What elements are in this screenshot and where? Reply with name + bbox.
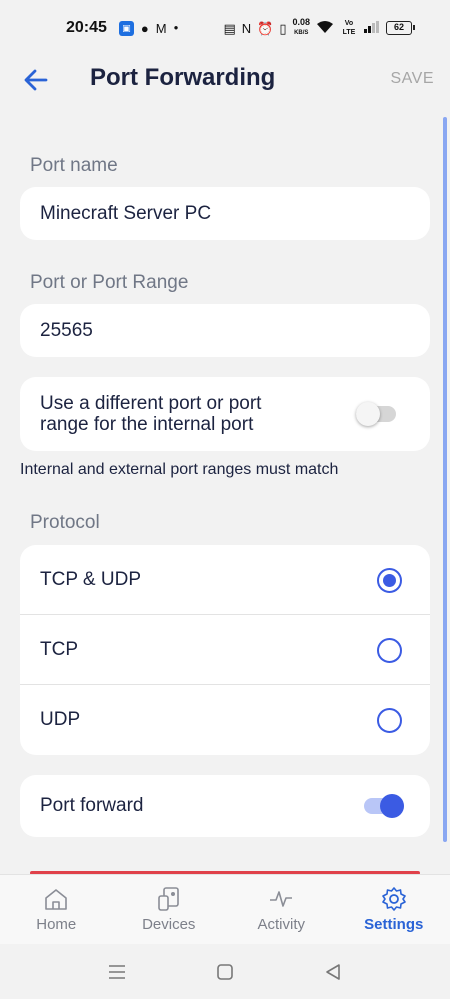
nav-label: Home: [36, 916, 77, 933]
notification-icons: ▣ ● M ●: [118, 20, 179, 36]
battery-icon: 62: [386, 21, 415, 35]
nav-home[interactable]: Home: [0, 875, 113, 944]
different-port-toggle[interactable]: [356, 402, 396, 426]
page-title: Port Forwarding: [90, 64, 276, 91]
home-icon: [45, 889, 68, 910]
radio-unselected-icon[interactable]: [377, 708, 402, 733]
port-name-input[interactable]: Minecraft Server PC: [20, 187, 430, 240]
protocol-label: Protocol: [30, 512, 100, 533]
status-bar: 20:45 ▣ ● M ● ▤ N ⏰ ▯ 0.08 KB/S Vo LTE 6…: [0, 0, 450, 56]
reddit-icon: ●: [140, 20, 149, 36]
menu-icon: [109, 964, 125, 979]
arrow-left-icon: [24, 69, 48, 91]
port-range-input[interactable]: 25565: [20, 304, 430, 357]
triangle-back-icon: [326, 963, 340, 980]
dot-icon: ●: [173, 23, 179, 32]
protocol-option-tcp[interactable]: TCP: [20, 615, 430, 685]
radio-unselected-icon[interactable]: [377, 638, 402, 663]
nav-label: Devices: [142, 916, 196, 933]
different-port-card: Use a different port or port range for t…: [20, 377, 430, 451]
alarm-icon: ⏰: [257, 20, 274, 36]
different-port-label: Use a different port or port range for t…: [40, 393, 262, 435]
save-button[interactable]: SAVE: [391, 70, 435, 88]
nav-activity[interactable]: Activity: [225, 875, 338, 944]
protocol-options: TCP & UDP TCP UDP: [20, 545, 430, 755]
activity-icon: [270, 891, 293, 907]
app-header: Port Forwarding SAVE: [0, 56, 450, 104]
back-button[interactable]: [22, 66, 50, 94]
net-speed-unit: KB/S: [294, 30, 309, 36]
cast-icon: ▤: [223, 20, 236, 36]
protocol-option-udp[interactable]: UDP: [20, 685, 430, 755]
status-time: 20:45: [66, 19, 107, 36]
toggle-knob: [356, 402, 380, 426]
gmail-icon: M: [155, 20, 167, 36]
nfc-icon: N: [241, 20, 252, 36]
port-range-label: Port or Port Range: [30, 272, 189, 293]
scrollbar[interactable]: [443, 117, 447, 842]
radio-selected-icon[interactable]: [377, 568, 402, 593]
port-forward-toggle[interactable]: [364, 794, 404, 818]
system-nav-bar: [0, 944, 450, 999]
port-range-hint: Internal and external port ranges must m…: [20, 461, 339, 478]
gear-icon: [381, 887, 406, 911]
net-speed: 0.08 KB/S: [292, 18, 310, 38]
devices-icon: [157, 887, 179, 911]
protocol-option-label: UDP: [40, 709, 81, 730]
nav-devices[interactable]: Devices: [113, 875, 226, 944]
vibrate-icon: ▯: [279, 20, 287, 36]
nav-label: Settings: [364, 916, 424, 933]
nav-label: Activity: [257, 916, 305, 933]
protocol-option-tcp-udp[interactable]: TCP & UDP: [20, 545, 430, 615]
recents-button[interactable]: [99, 954, 135, 990]
net-speed-value: 0.08: [292, 17, 310, 27]
protocol-option-label: TCP & UDP: [40, 568, 142, 590]
port-forward-label: Port forward: [40, 795, 144, 816]
nav-settings[interactable]: Settings: [338, 875, 450, 944]
system-status-icons: ▤ N ⏰ ▯ 0.08 KB/S Vo LTE 62: [223, 18, 415, 38]
app-notification-icon: ▣: [118, 20, 134, 36]
bottom-nav: Home Devices Activity Settings: [0, 874, 450, 944]
toggle-knob: [380, 794, 404, 818]
protocol-option-label: TCP: [40, 638, 78, 660]
port-name-label: Port name: [30, 155, 118, 176]
wifi-icon: [316, 20, 334, 36]
back-system-button[interactable]: [315, 954, 351, 990]
port-forward-card: Port forward: [20, 775, 430, 837]
square-icon: [217, 963, 233, 980]
volte-label: Vo LTE: [342, 20, 356, 36]
home-button[interactable]: [207, 954, 243, 990]
signal-icon: [364, 21, 380, 35]
